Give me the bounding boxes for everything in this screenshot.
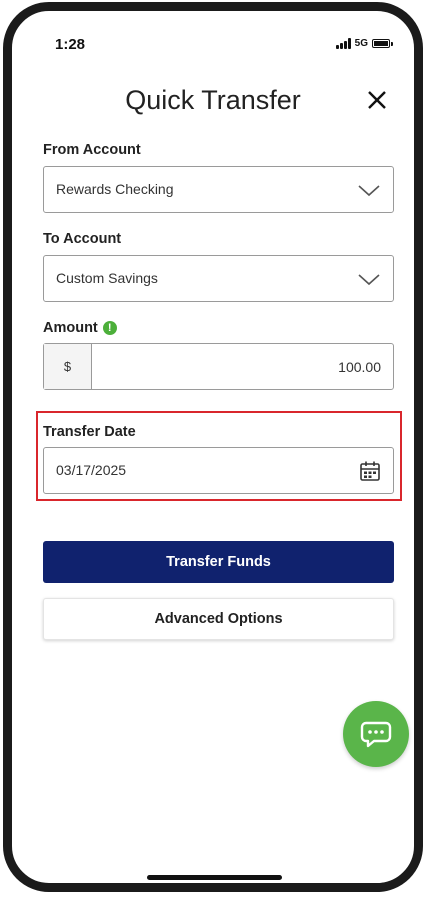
from-account-label: From Account <box>43 142 141 158</box>
to-account-value: Custom Savings <box>56 270 158 286</box>
amount-field[interactable]: $ 100.00 <box>43 343 394 390</box>
close-button[interactable] <box>364 87 390 113</box>
battery-icon <box>372 39 393 48</box>
page-title: Quick Transfer <box>125 85 301 115</box>
from-account-select[interactable]: Rewards Checking <box>43 166 394 213</box>
calendar-icon[interactable] <box>359 460 381 482</box>
home-indicator[interactable] <box>147 875 282 880</box>
amount-label-row: Amount! <box>43 320 117 336</box>
status-time: 1:28 <box>55 36 86 53</box>
amount-label: Amount <box>43 320 98 336</box>
transfer-date-field[interactable]: 03/17/2025 <box>43 447 394 494</box>
transfer-date-label: Transfer Date <box>43 424 136 440</box>
close-icon <box>368 91 386 109</box>
from-account-value: Rewards Checking <box>56 181 174 197</box>
signal-icon <box>335 38 351 49</box>
chevron-down-icon <box>358 274 380 286</box>
advanced-options-button[interactable]: Advanced Options <box>43 598 394 640</box>
phone-frame: 1:28 5G Quick Transfer From Account Rewa… <box>3 2 423 892</box>
amount-input[interactable]: 100.00 <box>92 344 393 389</box>
status-icons: 5G <box>335 38 393 49</box>
transfer-funds-button[interactable]: Transfer Funds <box>43 541 394 583</box>
to-account-select[interactable]: Custom Savings <box>43 255 394 302</box>
to-account-label: To Account <box>43 231 122 247</box>
chevron-down-icon <box>358 185 380 197</box>
currency-symbol: $ <box>44 344 92 389</box>
chat-button[interactable] <box>343 701 409 767</box>
transfer-date-value: 03/17/2025 <box>56 462 127 478</box>
network-label: 5G <box>354 38 368 49</box>
status-bar: 1:28 5G <box>12 11 414 71</box>
info-icon[interactable]: ! <box>102 321 117 335</box>
chat-icon <box>360 721 392 748</box>
